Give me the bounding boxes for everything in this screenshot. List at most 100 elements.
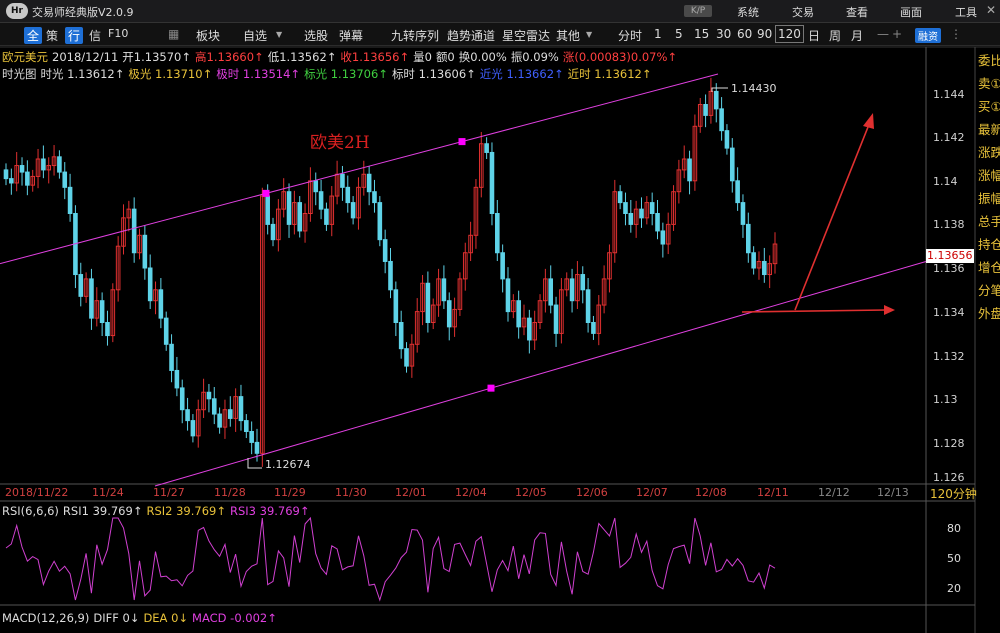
candle-down	[745, 223, 751, 254]
rsi-legend-item: RSI(6,6,6)	[2, 504, 59, 518]
candle-down	[105, 322, 110, 337]
candle-down	[580, 274, 586, 291]
candle-down	[211, 398, 217, 415]
x-tick: 11/24	[92, 486, 124, 499]
candle-down	[377, 202, 383, 241]
quote-field-open-interest: 持仓	[978, 237, 1000, 252]
candle-down	[158, 289, 164, 319]
candle-down	[185, 409, 190, 422]
quote-field-outer: 外盘	[978, 306, 1000, 321]
candle-down	[9, 178, 14, 184]
rsi-line	[5, 516, 776, 602]
candle-down	[393, 289, 399, 323]
chart-annotation-title[interactable]: 欧美2H	[310, 128, 370, 153]
y-tick: 1.144	[933, 88, 965, 101]
trend-channel[interactable]	[0, 73, 927, 487]
candle-down	[19, 165, 25, 173]
channel-anchor-handle	[262, 189, 270, 197]
candle-down	[57, 156, 62, 173]
rsi-legend-item: RSI1 39.769↑	[62, 504, 143, 518]
candle-down	[265, 195, 270, 225]
macd-legend-item: MACD(12,26,9)	[2, 611, 90, 625]
candle-down	[372, 191, 377, 204]
x-tick: 12/06	[576, 486, 608, 499]
macd-legend-item: DEA 0↓	[143, 611, 189, 625]
quote-field-amplitude: 振幅	[978, 191, 1000, 206]
rsi-tick: 80	[947, 522, 961, 535]
candle-down	[340, 173, 345, 188]
rsi3-series-line	[5, 516, 776, 602]
quote-field-volume: 总手	[978, 214, 1000, 229]
x-tick: 11/28	[214, 486, 246, 499]
y-tick: 1.136	[933, 262, 965, 275]
candles	[3, 77, 778, 467]
candle-down	[142, 234, 148, 269]
candle-down	[404, 348, 409, 367]
macd-legend: MACD(12,26,9) DIFF 0↓ DEA 0↓ MACD -0.002↑	[2, 611, 281, 625]
candle-down	[735, 180, 740, 204]
candle-down	[41, 158, 46, 171]
candle-down	[505, 278, 511, 313]
x-tick: 12/08	[695, 486, 727, 499]
arrow-up-line	[794, 121, 871, 311]
x-tick: 12/01	[395, 486, 427, 499]
candle-down	[238, 396, 244, 422]
candle-down	[398, 322, 404, 350]
candle-down	[78, 274, 84, 297]
x-tick: 11/27	[153, 486, 185, 499]
candle-down	[25, 171, 30, 186]
last-price-tag: 1.13656	[926, 249, 974, 263]
candle-down	[585, 289, 591, 323]
candle-down	[163, 317, 169, 345]
drawn-arrows[interactable]	[741, 113, 895, 315]
candle-down	[388, 260, 393, 291]
candle-down	[324, 208, 329, 225]
candle-down	[99, 300, 105, 324]
candle-down	[446, 300, 452, 328]
arrow-up-head	[863, 113, 874, 129]
arrow-right-head	[884, 305, 895, 315]
candle-down	[131, 208, 137, 254]
rsi-tick: 50	[947, 552, 961, 565]
candle-down	[89, 278, 94, 319]
y-tick: 1.14	[933, 175, 958, 188]
candle-down	[740, 202, 746, 225]
candle-down	[254, 441, 260, 454]
x-tick: 12/12	[818, 486, 850, 499]
candle-down	[147, 267, 153, 302]
low-marker-leader	[247, 458, 262, 469]
macd-legend-item: DIFF 0↓	[93, 611, 140, 625]
candle-down	[655, 213, 660, 232]
x-tick: 11/29	[274, 486, 306, 499]
candle-down	[217, 413, 222, 428]
quote-field-ask1: 卖①	[978, 76, 1000, 91]
arrow-right-line	[741, 309, 887, 313]
candle-down	[350, 202, 356, 219]
candle-down	[3, 169, 9, 180]
y-tick: 1.134	[933, 306, 965, 319]
candle-down	[244, 420, 249, 433]
main-chart[interactable]	[0, 0, 1000, 633]
channel-anchor-handle	[458, 138, 466, 146]
x-tick: 12/07	[636, 486, 668, 499]
candle-down	[484, 143, 489, 153]
candle-down	[318, 191, 324, 210]
candle-down	[751, 252, 756, 269]
candle-down	[169, 343, 174, 371]
channel-anchor-handle	[487, 384, 495, 392]
quote-field-oi-change: 增仓	[978, 260, 1000, 275]
candle-down	[500, 252, 505, 280]
high-price-label: 1.14430	[731, 82, 777, 95]
x-tick: 12/04	[455, 486, 487, 499]
candle-down	[719, 108, 724, 132]
rsi-legend-item: RSI2 39.769↑	[146, 504, 226, 518]
candle-down	[687, 158, 692, 182]
candle-down	[649, 202, 655, 215]
candle-down	[495, 213, 500, 254]
y-tick: 1.132	[933, 350, 965, 363]
candle-down	[249, 431, 254, 443]
quote-field-change: 涨跌	[978, 145, 1000, 160]
candle-down	[286, 191, 292, 225]
candle-down	[227, 409, 233, 419]
candle-down	[660, 230, 666, 245]
